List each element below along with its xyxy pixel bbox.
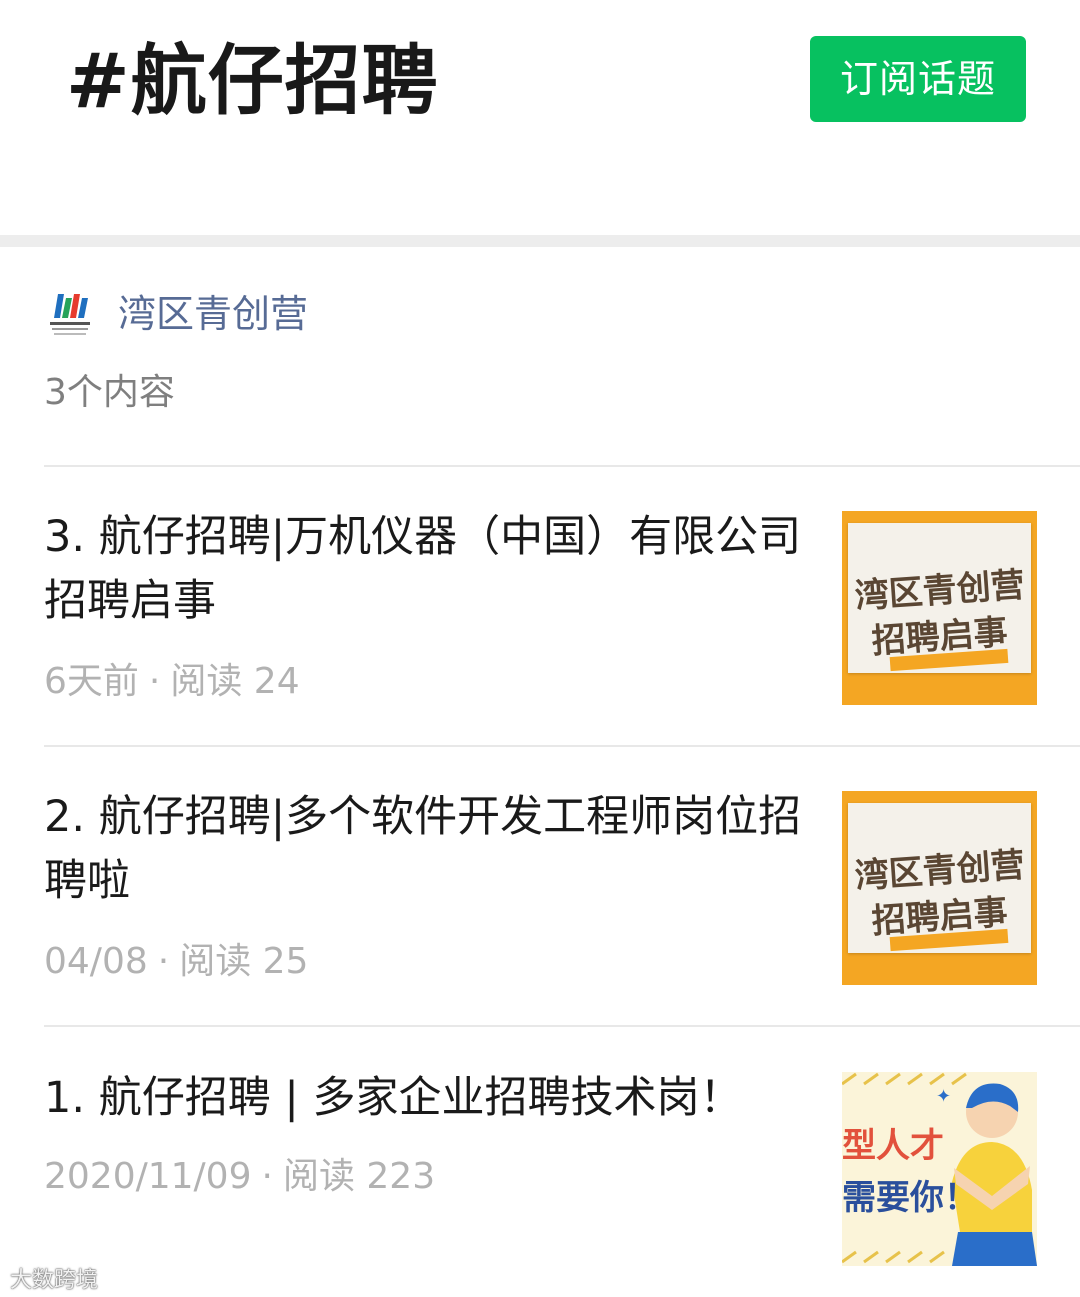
subscribe-topic-button[interactable]: 订阅话题	[810, 36, 1026, 122]
list-divider	[44, 1025, 1080, 1027]
meta-separator: ·	[148, 661, 161, 702]
thumbnail-card: 湾区青创营 招聘启事	[848, 803, 1031, 953]
article-title[interactable]: 1. 航仔招聘 | 多家企业招聘技术岗！	[44, 1066, 804, 1130]
thumbnail-illustration: ✦	[842, 1072, 1037, 1266]
article-meta: 6天前 · 阅读 24	[44, 659, 300, 705]
meta-separator: ·	[157, 941, 170, 982]
article-time: 04/08	[44, 941, 148, 982]
topic-header: #航仔招聘 订阅话题	[0, 0, 1080, 235]
article-meta: 2020/11/09 · 阅读 223	[44, 1154, 435, 1200]
thumbnail-text: 型人才	[842, 1126, 944, 1166]
article-item[interactable]: 3. 航仔招聘|万机仪器（中国）有限公司招聘启事 6天前 · 阅读 24 湾区青创营…	[44, 505, 1080, 705]
article-time: 6天前	[44, 661, 139, 702]
article-reads: 阅读 223	[282, 1156, 436, 1197]
topic-title: #航仔招聘	[66, 36, 439, 125]
article-item[interactable]: 1. 航仔招聘 | 多家企业招聘技术岗！ 2020/11/09 · 阅读 223 ✦…	[44, 1066, 1080, 1266]
article-title[interactable]: 3. 航仔招聘|万机仪器（中国）有限公司招聘启事	[44, 505, 804, 633]
article-item[interactable]: 2. 航仔招聘|多个软件开发工程师岗位招聘啦 04/08 · 阅读 25 湾区青创营…	[44, 785, 1080, 985]
watermark: 大数跨境	[10, 1268, 99, 1293]
article-meta: 04/08 · 阅读 25	[44, 939, 308, 985]
account-row[interactable]: 湾区青创营	[44, 288, 308, 340]
article-reads: 阅读 24	[170, 661, 300, 702]
article-reads: 阅读 25	[179, 941, 309, 982]
svg-text:✦: ✦	[936, 1086, 951, 1107]
article-thumbnail[interactable]: 湾区青创营 招聘启事	[842, 511, 1037, 705]
content-count: 3个内容	[44, 372, 175, 413]
section-divider	[0, 235, 1080, 247]
list-divider	[44, 465, 1080, 467]
account-logo-icon	[44, 288, 96, 340]
article-title[interactable]: 2. 航仔招聘|多个软件开发工程师岗位招聘啦	[44, 785, 804, 913]
thumbnail-text: 需要你！	[842, 1178, 978, 1218]
article-time: 2020/11/09	[44, 1156, 252, 1197]
article-thumbnail[interactable]: ✦ 型人才 需要你！	[842, 1072, 1037, 1266]
thumbnail-card: 湾区青创营 招聘启事	[848, 523, 1031, 673]
list-divider	[44, 745, 1080, 747]
meta-separator: ·	[261, 1156, 273, 1197]
account-name[interactable]: 湾区青创营	[118, 288, 308, 340]
article-thumbnail[interactable]: 湾区青创营 招聘启事	[842, 791, 1037, 985]
